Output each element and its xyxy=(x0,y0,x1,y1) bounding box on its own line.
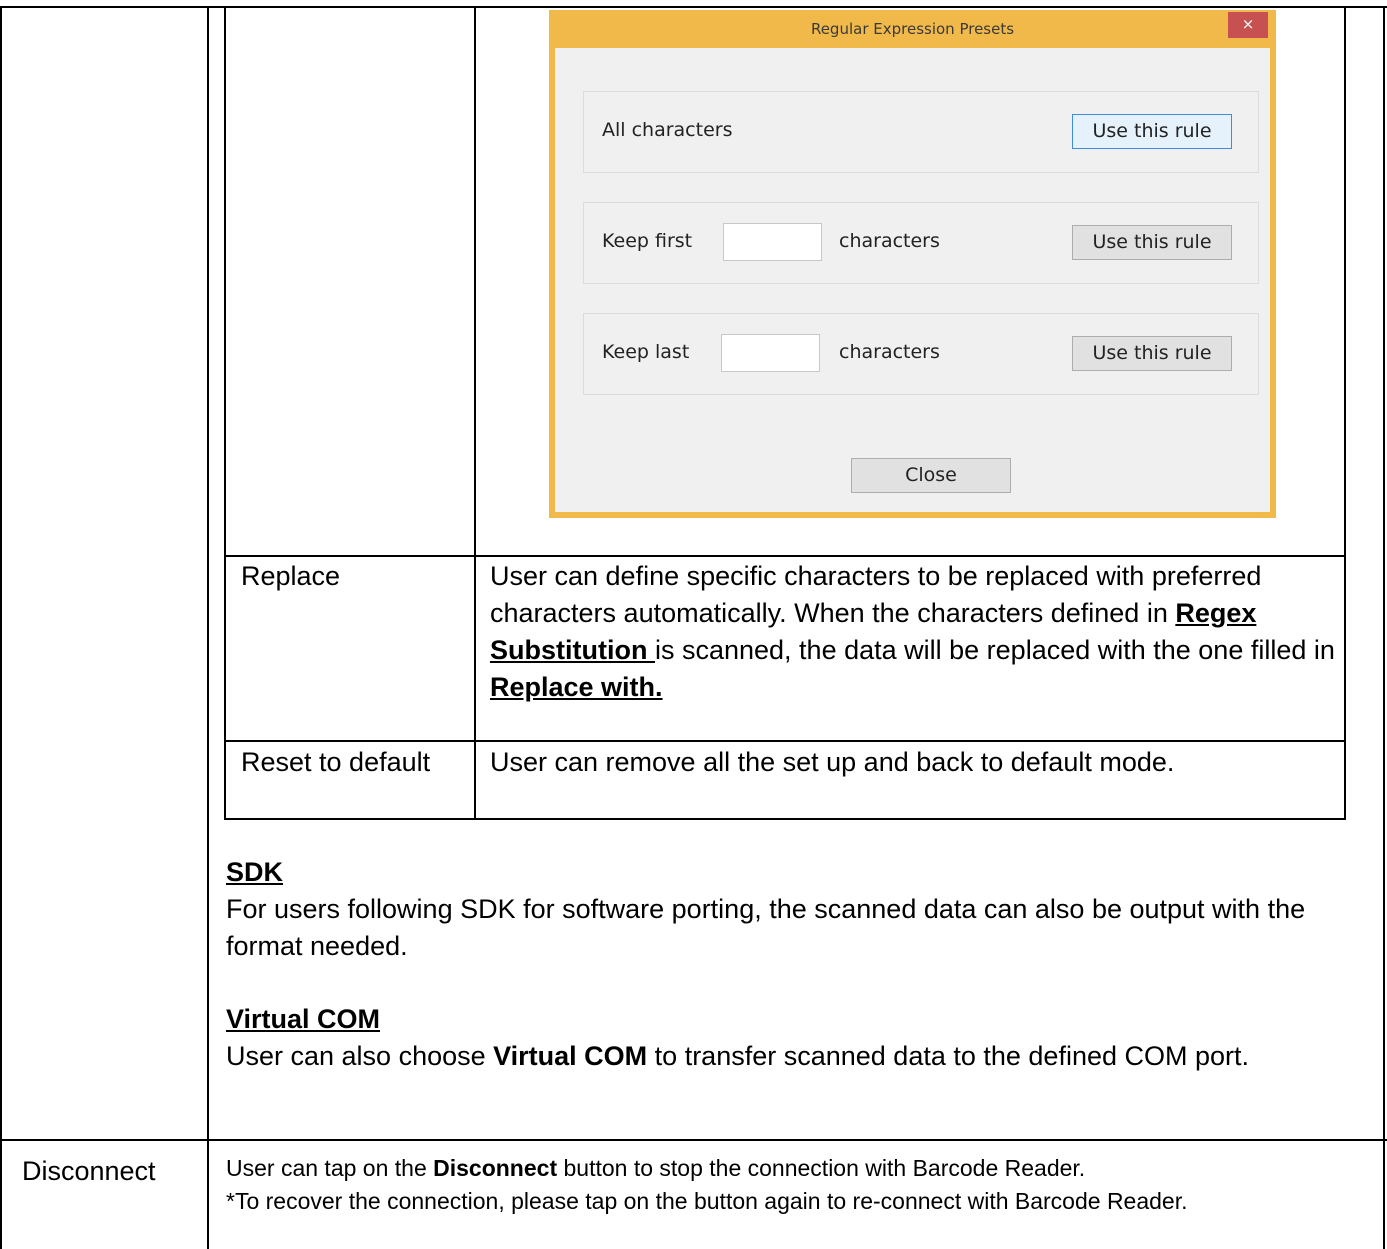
use-rule-button[interactable]: Use this rule xyxy=(1072,225,1232,260)
rule-suffix: characters xyxy=(839,341,940,363)
rule-suffix: characters xyxy=(839,230,940,252)
sdk-text: For users following SDK for software por… xyxy=(226,894,1306,961)
replace-with-term: Replace with. xyxy=(490,672,663,702)
sdk-heading: SDK xyxy=(226,857,284,887)
outer-row-divider xyxy=(0,1139,1387,1141)
dialog-body: All characters Use this rule Keep first … xyxy=(555,48,1270,512)
inner-row-divider-2 xyxy=(224,740,1346,742)
row-name-reset: Reset to default xyxy=(241,747,431,777)
use-rule-button[interactable]: Use this rule xyxy=(1072,336,1232,371)
inner-left-border xyxy=(224,6,226,820)
close-icon[interactable]: × xyxy=(1228,12,1268,38)
inner-row-divider-1 xyxy=(224,555,1346,557)
outer-column-divider xyxy=(207,6,209,1249)
inner-bottom-border xyxy=(224,818,1346,820)
virtual-com-heading: Virtual COM xyxy=(226,1004,381,1034)
disconnect-desc: User can tap on the Disconnect button to… xyxy=(226,1155,1188,1214)
rule-group-keep-last: Keep last characters Use this rule xyxy=(583,313,1259,395)
dialog-title: Regular Expression Presets xyxy=(810,20,1015,38)
keep-first-input[interactable] xyxy=(723,223,822,261)
virtual-com-text: User can also choose Virtual COM to tran… xyxy=(226,1041,1250,1071)
outer-left-border xyxy=(0,6,2,1249)
inner-right-border xyxy=(1344,6,1346,820)
row-name-replace: Replace xyxy=(241,561,341,591)
row-desc-replace: User can define specific characters to b… xyxy=(490,561,1335,702)
rule-label: Keep first xyxy=(602,230,693,252)
close-button[interactable]: Close xyxy=(851,458,1011,493)
use-rule-button[interactable]: Use this rule xyxy=(1072,114,1232,149)
inner-column-divider xyxy=(474,6,476,820)
rule-group-keep-first: Keep first characters Use this rule xyxy=(583,202,1259,284)
regex-presets-dialog: Regular Expression Presets × All charact… xyxy=(549,10,1276,518)
rule-label: All characters xyxy=(602,119,733,141)
keep-last-input[interactable] xyxy=(721,334,820,372)
rule-label: Keep last xyxy=(602,341,690,363)
row-name-disconnect: Disconnect xyxy=(22,1156,156,1186)
outer-right-border xyxy=(1383,6,1385,1249)
row-desc-reset: User can remove all the set up and back … xyxy=(490,747,1175,777)
rule-group-all: All characters Use this rule xyxy=(583,91,1259,173)
